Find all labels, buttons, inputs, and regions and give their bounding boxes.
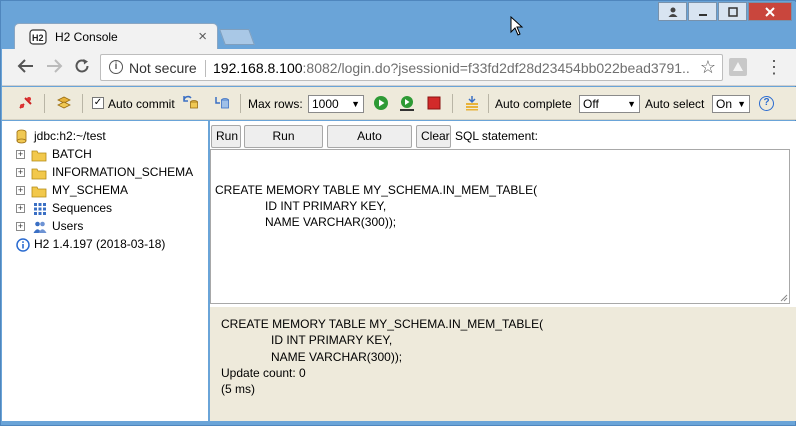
toolbar-divider [44, 94, 45, 113]
back-icon[interactable] [16, 57, 36, 77]
folder-icon [31, 150, 47, 162]
expand-icon[interactable]: + [16, 222, 25, 231]
tree-item-sequences[interactable]: Sequences [52, 201, 112, 215]
h2-version-label: H2 1.4.197 (2018-03-18) [34, 237, 166, 251]
svg-text:H2: H2 [32, 33, 44, 43]
users-icon [33, 221, 47, 233]
chevron-down-icon: ▼ [351, 99, 360, 109]
minimize-icon[interactable] [688, 2, 717, 21]
expand-icon[interactable]: + [16, 150, 25, 159]
browser-menu-icon[interactable]: ⋮ [765, 55, 783, 79]
auto-complete-button[interactable]: Auto complete [327, 125, 412, 164]
address-bar-row: i Not secure 192.168.8.100:8082/login.do… [2, 49, 796, 86]
expand-icon[interactable]: + [16, 204, 25, 213]
auto-complete-select[interactable]: Off ▼ [579, 95, 640, 113]
max-rows-label: Max rows: [248, 97, 303, 111]
rollback-icon[interactable] [183, 95, 199, 111]
auto-select-value: On [716, 97, 733, 111]
chevron-down-icon: ▼ [737, 99, 746, 109]
tree-item-my-schema[interactable]: MY_SCHEMA [52, 183, 128, 197]
history-icon[interactable] [464, 95, 480, 111]
refresh-tree-icon[interactable] [56, 95, 72, 111]
tab-h2-console[interactable]: H2 H2 Console × [14, 23, 218, 50]
commit-icon[interactable] [214, 95, 230, 111]
sequences-icon [34, 203, 46, 215]
info-icon [16, 238, 30, 252]
expand-icon[interactable]: + [16, 186, 25, 195]
folder-icon [31, 168, 47, 180]
expand-icon[interactable]: + [16, 168, 25, 177]
url-rest: :8082/login.do?jsessionid=f33fd2df28d234… [302, 60, 691, 76]
browser-window: H2 H2 Console × i Not secure 192.168.8.1… [0, 0, 796, 426]
user-icon[interactable] [658, 2, 687, 21]
toolbar-divider [488, 94, 489, 113]
run-selected-icon[interactable] [399, 95, 415, 111]
auto-complete-value: Off [583, 97, 599, 111]
new-tab-button[interactable] [219, 29, 255, 45]
maximize-icon[interactable] [718, 2, 747, 21]
run-icon[interactable] [373, 95, 389, 111]
security-label: Not secure [129, 60, 197, 76]
resize-handle-icon[interactable] [780, 294, 788, 302]
close-icon[interactable] [748, 2, 792, 21]
tree-item-users[interactable]: Users [52, 219, 83, 233]
tree-item-information-schema[interactable]: INFORMATION_SCHEMA [52, 165, 193, 179]
url-host: 192.168.8.100 [213, 60, 303, 76]
auto-commit-checkbox[interactable]: ✓ [92, 97, 104, 109]
toolbar-divider [240, 94, 241, 113]
bookmark-star-icon[interactable]: ☆ [700, 57, 716, 78]
folder-icon [31, 186, 47, 198]
mouse-cursor-icon [510, 16, 524, 36]
extension-icon[interactable] [729, 58, 747, 76]
max-rows-value: 1000 [312, 97, 339, 111]
h2-toolbar: ✓ Auto commit Max rows: 1000 ▼ Auto comp… [2, 87, 796, 120]
run-selected-button[interactable]: Run Selected [244, 125, 323, 164]
query-panel: Run Run Selected Auto complete Clear SQL… [210, 121, 796, 421]
sql-statement-label: SQL statement: [455, 129, 538, 143]
omnibox-divider [205, 60, 206, 77]
help-icon[interactable]: ? [759, 96, 774, 111]
window-controls [657, 2, 792, 21]
auto-select-label: Auto select [645, 97, 705, 111]
url-text: 192.168.8.100:8082/login.do?jsessionid=f… [213, 60, 691, 76]
clear-button[interactable]: Clear [416, 125, 451, 148]
sql-editor[interactable]: CREATE MEMORY TABLE MY_SCHEMA.IN_MEM_TAB… [210, 149, 790, 304]
tab-strip: H2 H2 Console × [2, 2, 796, 50]
run-button[interactable]: Run [211, 125, 241, 148]
tree-connection[interactable]: jdbc:h2:~/test [34, 129, 106, 143]
stop-icon[interactable] [426, 95, 442, 111]
tab-title: H2 Console [55, 30, 118, 44]
toolbar-divider [82, 94, 83, 113]
max-rows-select[interactable]: 1000 ▼ [308, 95, 364, 113]
reload-icon[interactable] [72, 57, 92, 77]
info-icon[interactable]: i [109, 60, 123, 74]
auto-commit-label: Auto commit [108, 97, 175, 111]
url-field[interactable]: i Not secure 192.168.8.100:8082/login.do… [100, 54, 723, 81]
object-tree: jdbc:h2:~/test + BATCH + INFORMATION_SCH… [2, 121, 208, 421]
disconnect-icon[interactable] [18, 95, 34, 111]
tree-item-batch[interactable]: BATCH [52, 147, 92, 161]
chevron-down-icon: ▼ [627, 99, 636, 109]
result-output: CREATE MEMORY TABLE MY_SCHEMA.IN_MEM_TAB… [210, 307, 796, 421]
tab-close-icon[interactable]: × [198, 28, 207, 45]
database-icon [16, 129, 27, 144]
auto-complete-label: Auto complete [495, 97, 572, 111]
auto-select-select[interactable]: On ▼ [712, 95, 750, 113]
forward-icon[interactable] [44, 57, 64, 77]
h2-favicon-icon: H2 [29, 29, 47, 45]
toolbar-divider [452, 94, 453, 113]
